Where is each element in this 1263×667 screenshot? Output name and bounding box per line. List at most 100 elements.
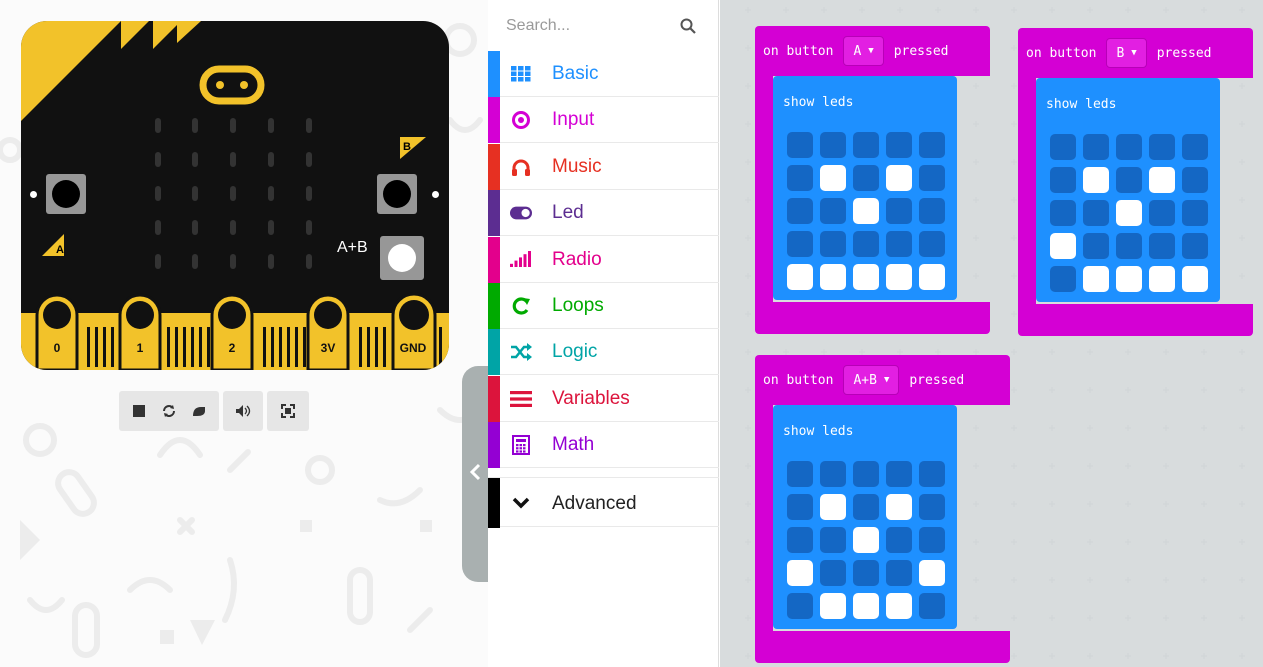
led-cell-on[interactable]: [886, 494, 912, 520]
led-cell-off[interactable]: [787, 527, 813, 553]
led-cell-off[interactable]: [1050, 266, 1076, 292]
led-cell-off[interactable]: [1149, 233, 1175, 259]
on-button-pressed-block[interactable]: on button A+B ▼ pressed show leds: [755, 355, 1010, 663]
button-dropdown[interactable]: A ▼: [843, 36, 884, 66]
led-cell-on[interactable]: [1083, 266, 1109, 292]
stop-button[interactable]: [124, 391, 154, 431]
mute-button[interactable]: [228, 391, 258, 431]
show-leds-block[interactable]: show leds: [773, 76, 957, 300]
led-cell-on[interactable]: [820, 593, 846, 619]
led-cell-off[interactable]: [1083, 200, 1109, 226]
led-cell-off[interactable]: [820, 560, 846, 586]
led-cell-off[interactable]: [787, 593, 813, 619]
led-cell-on[interactable]: [886, 165, 912, 191]
button-dropdown[interactable]: B ▼: [1106, 38, 1147, 68]
led-cell-off[interactable]: [820, 461, 846, 487]
led-cell-off[interactable]: [1050, 167, 1076, 193]
search-icon[interactable]: [680, 18, 696, 34]
led-cell-off[interactable]: [853, 461, 879, 487]
category-music[interactable]: Music: [488, 143, 719, 190]
category-input[interactable]: Input: [488, 97, 719, 144]
led-cell-off[interactable]: [1182, 134, 1208, 160]
led-cell-off[interactable]: [1182, 167, 1208, 193]
led-cell-on[interactable]: [853, 527, 879, 553]
led-cell-on[interactable]: [820, 165, 846, 191]
led-cell-off[interactable]: [787, 198, 813, 224]
led-cell-off[interactable]: [787, 461, 813, 487]
led-cell-off[interactable]: [1182, 200, 1208, 226]
led-cell-off[interactable]: [919, 527, 945, 553]
led-cell-off[interactable]: [1116, 167, 1142, 193]
led-cell-off[interactable]: [787, 165, 813, 191]
category-logic[interactable]: Logic: [488, 329, 719, 376]
led-cell-off[interactable]: [919, 165, 945, 191]
category-basic[interactable]: Basic: [488, 51, 719, 97]
led-cell-on[interactable]: [853, 264, 879, 290]
led-cell-off[interactable]: [886, 231, 912, 257]
led-cell-off[interactable]: [886, 132, 912, 158]
led-cell-on[interactable]: [820, 264, 846, 290]
collapse-simulator-handle[interactable]: [462, 366, 488, 582]
led-cell-off[interactable]: [919, 132, 945, 158]
led-cell-on[interactable]: [1149, 266, 1175, 292]
led-cell-on[interactable]: [787, 264, 813, 290]
category-math[interactable]: Math: [488, 422, 719, 469]
led-cell-off[interactable]: [1050, 200, 1076, 226]
led-cell-on[interactable]: [853, 593, 879, 619]
led-cell-off[interactable]: [1149, 200, 1175, 226]
show-leds-block[interactable]: show leds: [1036, 78, 1220, 302]
restart-button[interactable]: [154, 391, 184, 431]
led-cell-off[interactable]: [919, 198, 945, 224]
fullscreen-button[interactable]: [273, 391, 303, 431]
led-cell-off[interactable]: [853, 132, 879, 158]
led-cell-off[interactable]: [853, 231, 879, 257]
led-cell-off[interactable]: [853, 560, 879, 586]
led-cell-on[interactable]: [1116, 200, 1142, 226]
led-cell-off[interactable]: [787, 231, 813, 257]
led-cell-off[interactable]: [919, 593, 945, 619]
led-cell-on[interactable]: [1182, 266, 1208, 292]
led-cell-off[interactable]: [1116, 233, 1142, 259]
slowmo-button[interactable]: [184, 391, 214, 431]
led-cell-off[interactable]: [1149, 134, 1175, 160]
button-dropdown[interactable]: A+B ▼: [843, 365, 900, 395]
led-cell-off[interactable]: [1116, 134, 1142, 160]
category-advanced[interactable]: Advanced: [488, 477, 719, 528]
led-cell-off[interactable]: [919, 461, 945, 487]
category-loops[interactable]: Loops: [488, 283, 719, 329]
led-cell-off[interactable]: [820, 231, 846, 257]
led-cell-on[interactable]: [1083, 167, 1109, 193]
blocks-workspace[interactable]: on button A ▼ pressed show leds on butto…: [720, 0, 1263, 667]
led-cell-off[interactable]: [853, 165, 879, 191]
led-cell-off[interactable]: [787, 494, 813, 520]
led-cell-off[interactable]: [1083, 134, 1109, 160]
led-cell-on[interactable]: [886, 264, 912, 290]
category-radio[interactable]: Radio: [488, 236, 719, 283]
led-cell-on[interactable]: [1050, 233, 1076, 259]
led-cell-off[interactable]: [853, 494, 879, 520]
led-cell-off[interactable]: [886, 527, 912, 553]
led-cell-off[interactable]: [886, 461, 912, 487]
category-variables[interactable]: Variables: [488, 375, 719, 422]
led-cell-off[interactable]: [1050, 134, 1076, 160]
led-cell-off[interactable]: [820, 527, 846, 553]
on-button-pressed-block[interactable]: on button B ▼ pressed show leds: [1018, 28, 1253, 336]
led-cell-on[interactable]: [1149, 167, 1175, 193]
led-cell-on[interactable]: [886, 593, 912, 619]
led-cell-on[interactable]: [919, 560, 945, 586]
show-leds-block[interactable]: show leds: [773, 405, 957, 629]
led-cell-on[interactable]: [1116, 266, 1142, 292]
led-cell-off[interactable]: [1182, 233, 1208, 259]
led-cell-off[interactable]: [820, 198, 846, 224]
on-button-pressed-block[interactable]: on button A ▼ pressed show leds: [755, 26, 990, 334]
led-cell-off[interactable]: [919, 231, 945, 257]
led-cell-on[interactable]: [787, 560, 813, 586]
led-cell-on[interactable]: [853, 198, 879, 224]
led-cell-off[interactable]: [886, 198, 912, 224]
led-cell-off[interactable]: [1083, 233, 1109, 259]
led-cell-off[interactable]: [820, 132, 846, 158]
led-cell-on[interactable]: [820, 494, 846, 520]
led-cell-off[interactable]: [919, 494, 945, 520]
led-cell-off[interactable]: [787, 132, 813, 158]
category-led[interactable]: Led: [488, 190, 719, 237]
